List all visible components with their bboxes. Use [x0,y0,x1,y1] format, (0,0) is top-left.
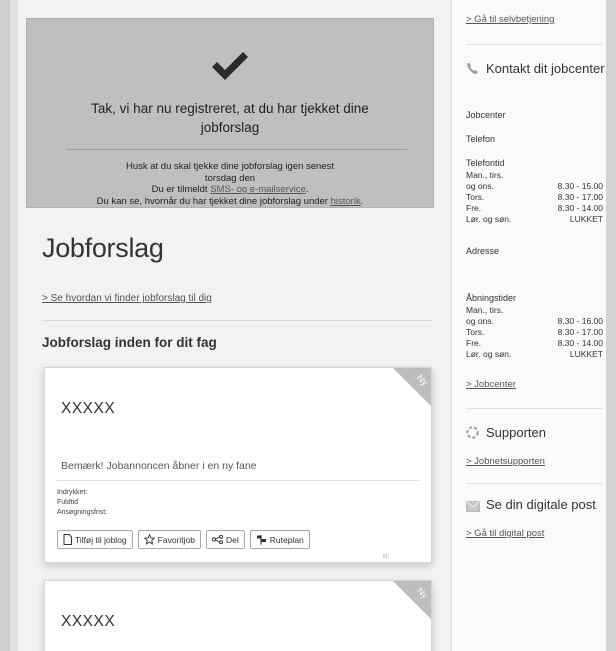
share-icon [211,535,223,544]
checkmark-icon [27,49,433,88]
confirmation-box: Tak, vi har nu registreret, at du har tj… [26,18,434,208]
opening-hours-row: Man., tirs. [466,305,504,315]
left-page-edge [0,0,10,651]
divider [466,44,603,45]
add-to-joblog-button[interactable]: Tilføj til joblog [57,530,133,549]
job-meta: Indrykket: Fuldtid Ansøgningsfrist: [57,488,107,518]
reminder-line: Husk at du skal tjekke dine jobforslag i… [125,161,335,172]
opening-hours-row: Lør. og søn. LUKKET [466,349,603,359]
opening-hours-row: og ons. 8.30 - 16.00 [466,316,603,326]
signpost-icon [256,534,267,545]
phone-hours-row: Lør. og søn. LUKKET [466,214,603,224]
address-label: Adresse [466,246,500,256]
phone-hours-row: Man., tirs. [466,170,504,180]
deadline-label: Ansøgningsfrist: [57,509,108,516]
divider [42,320,433,321]
new-tab-notice: Bemærk! Jobannoncen åbner i en ny fane [61,460,257,472]
new-badge [392,368,431,407]
phone-label: Telefon [466,134,496,144]
divider [466,408,603,409]
page-title: Jobforslag [42,233,164,263]
document-icon [63,534,72,545]
star-icon [143,534,155,545]
phone-hours-label: Telefontid [466,158,505,168]
digital-post-title: Se din digitale post [486,497,596,512]
digital-post-link[interactable]: > Gå til digital post [466,528,544,539]
new-badge [392,581,431,620]
confirmation-title: Tak, vi har nu registreret, at du har tj… [91,101,369,135]
support-lifebuoy-icon [466,426,479,444]
history-line: Du kan se, hvornår du har tjekket dine j… [96,195,364,207]
work-time: Fuldtid [57,499,79,506]
phone-icon [466,62,479,80]
route-plan-button[interactable]: Ruteplan [249,530,310,549]
opening-hours-label: Åbningstider [466,293,517,303]
opening-hours-row: Tors. 8.30 - 17.00 [466,327,603,337]
divider [67,149,407,150]
reminder-date-line: torsdag den [204,172,256,184]
job-id-label: Id: [382,554,389,560]
job-card[interactable]: Ny XXXXX [44,580,432,651]
phone-hours-row: Fre. 8.30 - 14.00 [466,203,603,213]
confirmation-body: Husk at du skal tjekke dine jobforslag i… [47,161,413,207]
subscription-line: Du er tilmeldt SMS- og e-mailservice. [151,184,309,195]
right-scrollbar-track[interactable] [606,0,616,651]
share-button[interactable]: Del [205,530,245,549]
jobcenter-label: Jobcenter [466,110,506,120]
divider [57,480,419,481]
job-actions: Tilføj til joblog Favoritjob Del Rutepla… [57,530,310,549]
section-heading: Jobforslag inden for dit fag [42,335,217,350]
how-we-find-jobs-link[interactable]: > Se hvordan vi finder jobforslag til di… [42,293,212,304]
jobcenter-link[interactable]: > Jobcenter [466,379,516,390]
added-label: Indrykket: [57,489,88,496]
job-card[interactable]: Ny XXXXX Bemærk! Jobannoncen åbner i en … [44,367,432,563]
history-link[interactable]: historik [331,196,361,207]
opening-hours-row: Fre. 8.30 - 14.00 [466,338,603,348]
phone-hours-row: og ons. 8.30 - 15.00 [466,181,603,191]
favorite-job-button[interactable]: Favoritjob [137,530,201,549]
phone-hours-row: Tors. 8.30 - 17.00 [466,192,603,202]
contact-jobcenter-title: Kontakt dit jobcenter [486,61,605,76]
divider [466,483,603,484]
selfservice-link[interactable]: > Gå til selvbetjening [466,14,554,25]
support-title: Supporten [486,425,546,440]
job-title[interactable]: XXXXX [61,613,115,631]
job-title[interactable]: XXXXX [61,400,115,418]
sms-email-service-link[interactable]: SMS- og e-mailservice [210,184,306,195]
mail-icon [466,499,480,517]
jobnet-support-link[interactable]: > Jobnetsupporten [466,456,545,467]
